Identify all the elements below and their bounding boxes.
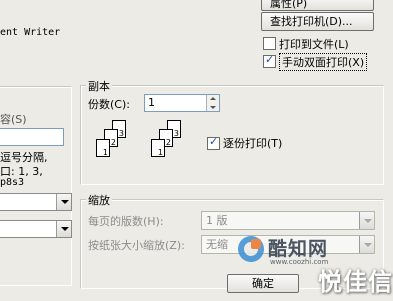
page-range-hint-3: p8s3 [0,177,25,188]
find-printer-button[interactable]: 查找打印机(D)... [261,12,374,31]
zoom-group-title: 缩放 [86,192,112,208]
pages-per-sheet-value: 1 版 [206,214,228,227]
printer-comment-value: ent Writer [0,27,61,38]
chevron-down-icon[interactable] [56,221,71,237]
copies-group-title: 副本 [86,78,112,94]
scale-to-paper-label: 按纸张大小缩放(Z): [88,239,185,252]
print-what-select[interactable] [0,193,72,211]
pages-per-sheet-select[interactable]: 1 版 [201,211,375,230]
copies-count-value: 1 [148,96,155,109]
manual-duplex-label[interactable]: 手动双面打印(X) [279,53,368,71]
copies-count-label: 份数(C): [88,98,130,111]
print-to-file-label[interactable]: 打印到文件(L) [279,36,349,52]
copies-spinner[interactable] [206,95,219,111]
manual-duplex-checkbox[interactable] [263,53,276,68]
collate-checkbox[interactable] [207,135,220,150]
chevron-down-icon[interactable] [359,212,374,229]
print-select[interactable] [0,220,72,238]
copies-count-input[interactable]: 1 [144,94,220,112]
chevron-down-icon[interactable] [56,194,71,210]
page-range-input[interactable] [0,128,64,146]
collate-page-1: 1 [151,139,165,157]
collate-label[interactable]: 逐份打印(T) [223,135,282,151]
pages-per-sheet-label: 每页的版数(H): [88,215,164,228]
watermark: 酷知网 www.coozhi.com 悦佳信 [228,230,393,301]
collate-icon-1: 3 2 1 [90,120,130,165]
watermark-logo-icon [238,236,264,262]
collate-icon-2: 3 2 1 [145,120,185,165]
print-to-file-checkbox[interactable] [263,37,276,50]
watermark-site-name: 酷知网 [268,238,329,260]
properties-button[interactable]: 属性(P) [261,0,374,11]
watermark-brand: 悦佳信 [318,268,393,296]
page-range-label: 容(S) [0,113,27,126]
collate-page-1: 1 [96,139,110,157]
scale-to-paper-value: 无缩 [206,238,228,251]
